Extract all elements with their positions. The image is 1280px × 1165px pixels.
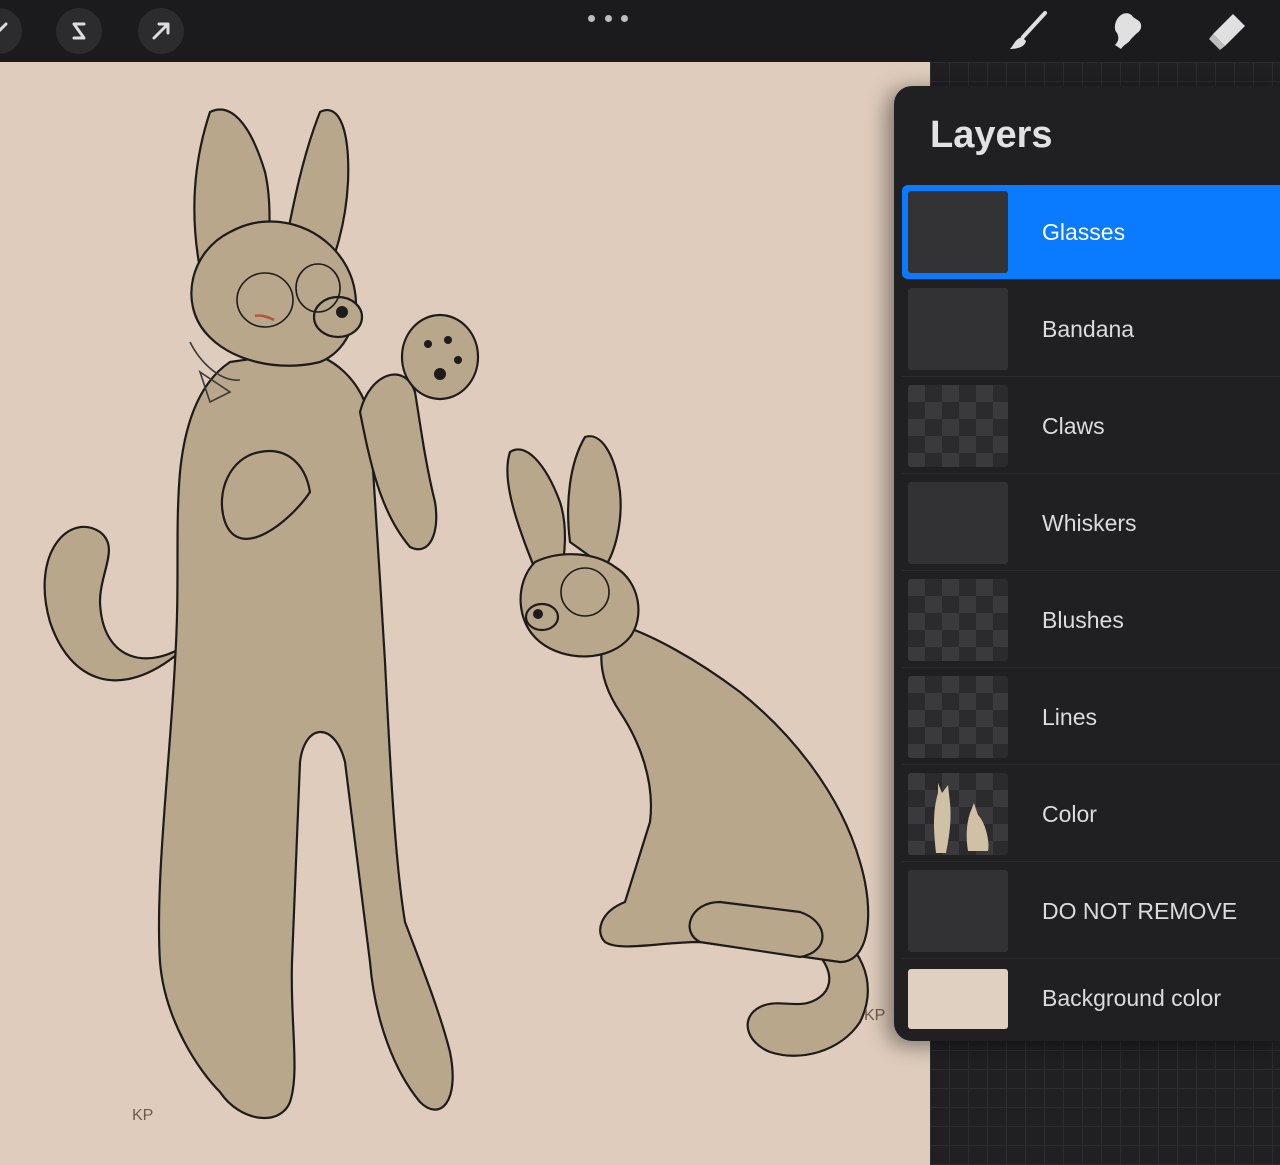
- layers-panel-title: Layers: [930, 114, 1053, 156]
- color-thumbnail: [908, 773, 1008, 855]
- layer-row-blushes[interactable]: Blushes: [902, 573, 1280, 668]
- more-menu-icon[interactable]: [588, 10, 628, 26]
- layer-row-whiskers[interactable]: Whiskers: [902, 476, 1280, 571]
- eraser-button[interactable]: [1202, 6, 1252, 56]
- layer-row-do-not-remove[interactable]: DO NOT REMOVE: [902, 864, 1280, 959]
- smudge-button[interactable]: [1102, 6, 1152, 56]
- layer-row-glasses[interactable]: Glasses: [902, 185, 1280, 280]
- selection-icon: [72, 22, 86, 40]
- top-toolbar: [0, 0, 1280, 62]
- layer-row-bandana[interactable]: Bandana: [902, 282, 1280, 377]
- signature-left: KP: [132, 1107, 153, 1124]
- standing-paw: [400, 313, 480, 401]
- drawing-canvas[interactable]: KP KP: [0, 62, 930, 1165]
- layer-row-lines[interactable]: Lines: [902, 670, 1280, 765]
- layers-panel: Layers Glasses Bandana Claws Whiskers Bl…: [894, 86, 1280, 1041]
- eraser-icon: [1209, 14, 1245, 50]
- adjustments-icon: [0, 22, 8, 33]
- glasses-thumbnail: [908, 191, 1008, 273]
- blushes-thumbnail: [908, 579, 1008, 661]
- sitting-ear-right: [567, 435, 622, 569]
- brush-icon: [1010, 11, 1047, 49]
- smudge-icon: [1114, 13, 1142, 49]
- layer-name: Claws: [1042, 413, 1105, 439]
- background-color-swatch: [908, 969, 1008, 1029]
- selection-button[interactable]: [56, 8, 102, 54]
- transform-icon: [152, 22, 170, 40]
- layer-name: Lines: [1042, 704, 1097, 730]
- blank-thumbnail: [908, 870, 1008, 952]
- claws-thumbnail: [908, 385, 1008, 467]
- whiskers-thumbnail: [908, 482, 1008, 564]
- layer-row-background-color[interactable]: Background color: [902, 951, 1280, 1045]
- standing-snout: [312, 295, 364, 339]
- layer-name: Glasses: [1042, 219, 1126, 245]
- lines-thumbnail: [908, 676, 1008, 758]
- bandana-thumbnail: [908, 288, 1008, 370]
- standing-tail: [43, 525, 192, 682]
- layer-row-claws[interactable]: Claws: [902, 379, 1280, 474]
- layer-name: Bandana: [1042, 316, 1135, 342]
- layer-name: Whiskers: [1042, 510, 1137, 536]
- adjustments-button[interactable]: [0, 8, 22, 54]
- layer-name: Background color: [1042, 985, 1221, 1011]
- layer-name: Color: [1042, 801, 1097, 827]
- brush-button[interactable]: [1002, 6, 1052, 56]
- signature-right: KP: [864, 1007, 885, 1024]
- artwork: KP KP: [43, 108, 885, 1124]
- transform-button[interactable]: [138, 8, 184, 54]
- layer-name: Blushes: [1042, 607, 1124, 633]
- layer-name: DO NOT REMOVE: [1042, 898, 1238, 924]
- layer-row-color[interactable]: Color: [902, 767, 1280, 862]
